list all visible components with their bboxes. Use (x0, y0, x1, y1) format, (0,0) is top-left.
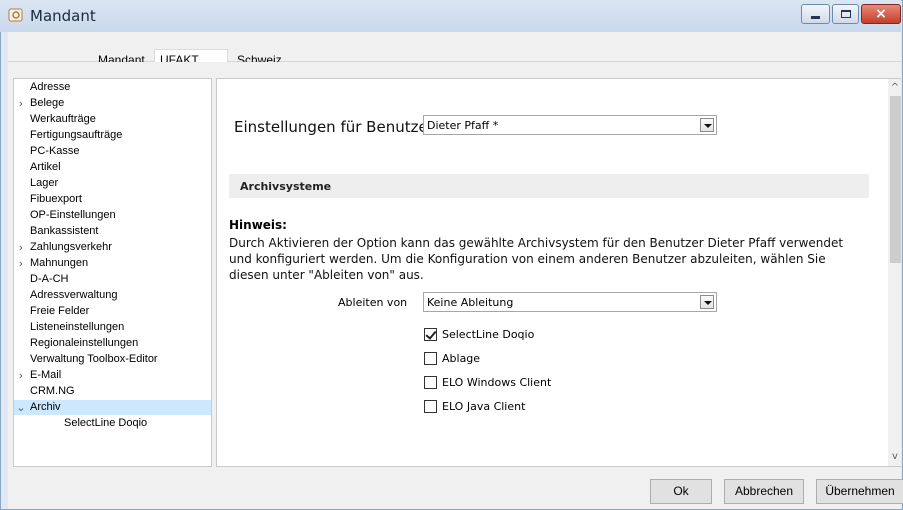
tree-item-e-mail[interactable]: › E-Mail (14, 368, 211, 383)
scroll-up-icon[interactable]: ^ (889, 82, 901, 94)
checkbox-icon[interactable] (424, 376, 437, 389)
settings-tree: Adresse › Belege Werkaufträge Fertigungsa… (13, 78, 212, 467)
user-select-value: Dieter Pfaff * (427, 119, 499, 132)
chevron-right-icon[interactable]: › (16, 256, 26, 271)
settings-for-user-label: Einstellungen für Benutzer (234, 118, 434, 136)
tree-item-freie-felder[interactable]: Freie Felder (14, 304, 211, 319)
maximize-icon (840, 10, 851, 18)
checkbox-icon[interactable] (424, 400, 437, 413)
title-bar: Mandant (0, 0, 901, 32)
minimize-icon (811, 15, 820, 19)
apply-button[interactable]: Übernehmen (816, 479, 903, 504)
close-icon: × (875, 6, 887, 22)
close-button[interactable]: × (861, 4, 901, 24)
checkbox-checked-icon[interactable] (424, 328, 437, 341)
checkbox-icon[interactable] (424, 352, 437, 365)
tree-item-listeneinstellungen[interactable]: Listeneinstellungen (14, 320, 211, 335)
dropdown-arrow-icon[interactable] (700, 295, 714, 309)
ok-button[interactable]: Ok (650, 479, 712, 504)
tree-item-archiv[interactable]: ⌄ Archiv (14, 400, 211, 415)
tree-item-selectline-doqio[interactable]: SelectLine Doqio (14, 416, 211, 431)
tree-item-belege[interactable]: › Belege (14, 96, 211, 111)
tree-item-crm-ng[interactable]: CRM.NG (14, 384, 211, 399)
minimize-button[interactable] (801, 4, 830, 24)
scrollbar-thumb[interactable] (890, 96, 901, 263)
chevron-right-icon[interactable]: › (16, 368, 26, 383)
tree-item-toolbox-editor[interactable]: Verwaltung Toolbox-Editor (14, 352, 211, 367)
chevron-right-icon[interactable]: › (16, 96, 26, 111)
derive-from-select[interactable]: Keine Ableitung (423, 292, 717, 312)
dropdown-arrow-icon[interactable] (700, 118, 714, 132)
tree-item-adresse[interactable]: Adresse (14, 80, 211, 95)
derive-from-value: Keine Ableitung (427, 296, 514, 309)
tree-item-zahlungsverkehr[interactable]: › Zahlungsverkehr (14, 240, 211, 255)
tree-item-pc-kasse[interactable]: PC-Kasse (14, 144, 211, 159)
chevron-down-icon[interactable]: ⌄ (16, 400, 26, 415)
app-icon (8, 8, 23, 22)
tree-item-adressverwaltung[interactable]: Adressverwaltung (14, 288, 211, 303)
hint-text: Durch Aktivieren der Option kann das gew… (229, 236, 844, 282)
chevron-right-icon[interactable]: › (16, 240, 26, 255)
maximize-button[interactable] (832, 4, 859, 24)
tree-item-bankassistent[interactable]: Bankassistent (14, 224, 211, 239)
tree-item-artikel[interactable]: Artikel (14, 160, 211, 175)
cancel-button[interactable]: Abbrechen (724, 479, 804, 504)
tree-item-lager[interactable]: Lager (14, 176, 211, 191)
tree-item-mahnungen[interactable]: › Mahnungen (14, 256, 211, 271)
tree-item-fertigungsauftraege[interactable]: Fertigungsaufträge (14, 128, 211, 143)
user-select[interactable]: Dieter Pfaff * (423, 115, 717, 135)
tree-item-werkauftraege[interactable]: Werkaufträge (14, 112, 211, 127)
scroll-down-icon[interactable]: v (889, 451, 901, 463)
tree-item-fibuexport[interactable]: Fibuexport (14, 192, 211, 207)
derive-from-label: Ableiten von (338, 296, 408, 309)
tree-item-regionaleinstellungen[interactable]: Regionaleinstellungen (14, 336, 211, 351)
hint-title: Hinweis: (229, 218, 287, 232)
section-title: Archivsysteme (240, 180, 332, 193)
tree-item-d-a-ch[interactable]: D-A-CH (14, 272, 211, 287)
window-title: Mandant (30, 7, 96, 25)
tree-item-op-einstellungen[interactable]: OP-Einstellungen (14, 208, 211, 223)
